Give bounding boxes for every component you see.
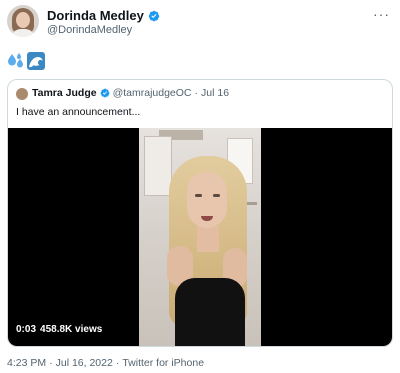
tweet-text (7, 52, 45, 70)
quoted-tweet[interactable]: Tamra Judge @tamrajudgeOC · Jul 16 I hav… (7, 79, 393, 347)
quoted-display-name[interactable]: Tamra Judge (32, 87, 97, 99)
quoted-avatar[interactable] (16, 88, 28, 100)
tweet-date[interactable]: Jul 16, 2022 (56, 357, 113, 369)
quoted-date[interactable]: Jul 16 (201, 87, 229, 99)
verified-badge-icon (100, 88, 109, 98)
author-display-name[interactable]: Dorinda Medley (47, 8, 144, 23)
quoted-header: Tamra Judge @tamrajudgeOC · Jul 16 (32, 87, 229, 99)
quoted-text: I have an announcement... (16, 106, 141, 118)
tweet: Dorinda Medley @DorindaMedley ··· Tamra … (0, 0, 400, 373)
water-wave-emoji-icon (27, 52, 45, 70)
separator: · (115, 357, 120, 369)
separator: · (194, 87, 199, 99)
tweet-source[interactable]: Twitter for iPhone (122, 357, 204, 369)
video-time: 0:03 (16, 324, 37, 335)
verified-badge-icon (148, 10, 160, 21)
video-player[interactable]: 0:03 458.8K views (8, 128, 392, 346)
separator: · (49, 357, 53, 369)
avatar[interactable] (7, 5, 39, 37)
author-handle[interactable]: @DorindaMedley (47, 24, 132, 36)
more-options-icon[interactable]: ··· (373, 6, 390, 22)
sweat-droplets-emoji-icon (8, 53, 23, 68)
tweet-footer: 4:23 PM · Jul 16, 2022 · Twitter for iPh… (7, 357, 204, 369)
author-name-row[interactable]: Dorinda Medley (47, 8, 160, 23)
quoted-handle[interactable]: @tamrajudgeOC (113, 87, 192, 99)
video-frame (139, 128, 261, 346)
tweet-time[interactable]: 4:23 PM (7, 357, 46, 369)
video-views: 458.8K views (40, 324, 103, 335)
video-stats: 0:03 458.8K views (16, 324, 102, 335)
